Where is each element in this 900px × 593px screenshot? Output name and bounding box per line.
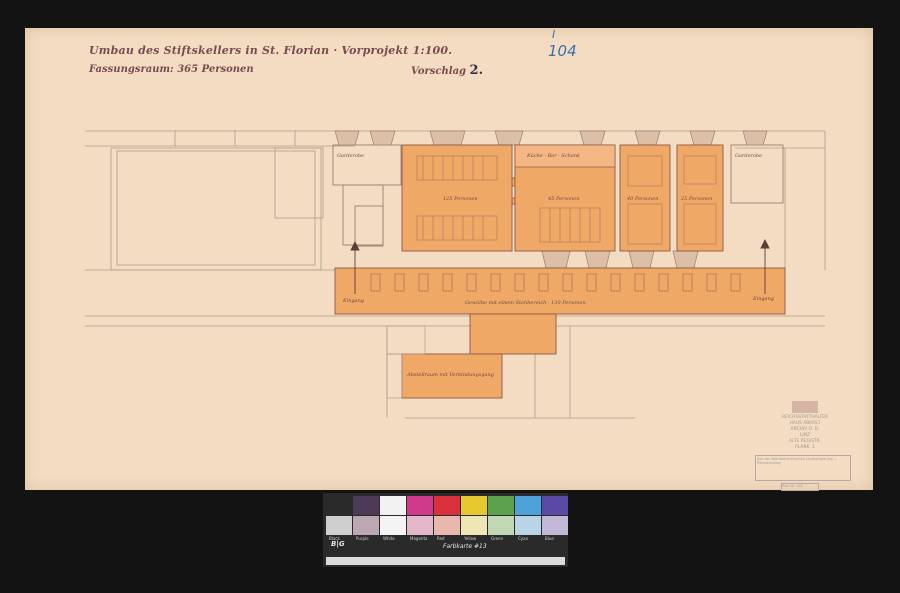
color-patch-label: Magenta <box>410 536 428 541</box>
label-entrance-left: Eingang <box>343 298 365 304</box>
measurement-ruler <box>326 557 565 565</box>
capacity-note: Fassungsraum: 365 Personen <box>89 64 254 75</box>
color-calibration-target: Black Purple White Magenta Red Yellow Green Cya… <box>323 493 568 567</box>
label-room-45: 45 Personen <box>548 196 580 202</box>
target-name: Farbkarte #13 <box>443 543 487 550</box>
stamp-line: PLANK. 1 <box>795 445 815 450</box>
sheet-mark: I <box>552 28 556 41</box>
eagle-emblem <box>792 401 818 413</box>
label-annex: Abstellraum mit Verbindungsgang <box>407 372 494 378</box>
color-patch <box>326 496 352 515</box>
label-cloakroom-left: Garderobe <box>337 153 365 159</box>
sheet-number-value: 104 <box>548 42 577 60</box>
label-room-125: 125 Personen <box>443 196 478 202</box>
archive-stamp: REICHSSTATTHALTER HAUS ABHOLT ARCHIV O. … <box>760 401 850 451</box>
drawing-title: Umbau des Stiftskellers in St. Florian ·… <box>89 44 453 57</box>
proposal-number: 2. <box>469 63 484 78</box>
color-patch-label: Red <box>437 536 445 541</box>
color-patch <box>515 496 541 515</box>
color-patch <box>461 516 487 535</box>
color-patch-label: Green <box>491 536 504 541</box>
target-logo: B|G <box>331 540 345 548</box>
color-patch <box>353 516 379 535</box>
color-patch-label: White <box>383 536 395 541</box>
color-patch <box>353 496 379 515</box>
color-patch <box>380 516 406 535</box>
plan-number-stamp: Plan Nr. 104 <box>781 483 819 491</box>
label-corridor: Gewölbe mit einem Stehbereich · 130 Pers… <box>465 300 586 306</box>
label-entrance-right: Eingang <box>753 296 775 302</box>
drawing-subtitle: Vorschlag 2. <box>411 63 483 78</box>
color-patch <box>407 516 433 535</box>
color-patch <box>542 496 568 515</box>
label-room-40: 40 Personen <box>627 196 659 202</box>
collection-stamp: Amt der Oberösterreichischen Landesregie… <box>755 455 851 481</box>
color-patch <box>434 496 460 515</box>
color-patch <box>434 516 460 535</box>
label-kitchen: Küche · Bar · Schank <box>527 153 581 159</box>
color-patch <box>542 516 568 535</box>
color-patch <box>488 496 514 515</box>
drawing-sheet: Umbau des Stiftskellers in St. Florian ·… <box>25 28 873 491</box>
color-patch-label: Yellow <box>464 536 477 541</box>
color-patch-label: Purple <box>356 536 369 541</box>
label-room-25: 25 Personen <box>681 196 713 202</box>
floor-plan <box>85 130 826 419</box>
color-patch-label: Blue <box>545 536 554 541</box>
label-cloakroom-right: Garderobe <box>735 153 763 159</box>
color-patch-label: Cyan <box>518 536 529 541</box>
proposal-label: Vorschlag <box>411 66 467 77</box>
color-patch <box>461 496 487 515</box>
color-patch <box>326 516 352 535</box>
color-patch <box>488 516 514 535</box>
color-patch <box>407 496 433 515</box>
color-patch <box>515 516 541 535</box>
color-patch <box>380 496 406 515</box>
